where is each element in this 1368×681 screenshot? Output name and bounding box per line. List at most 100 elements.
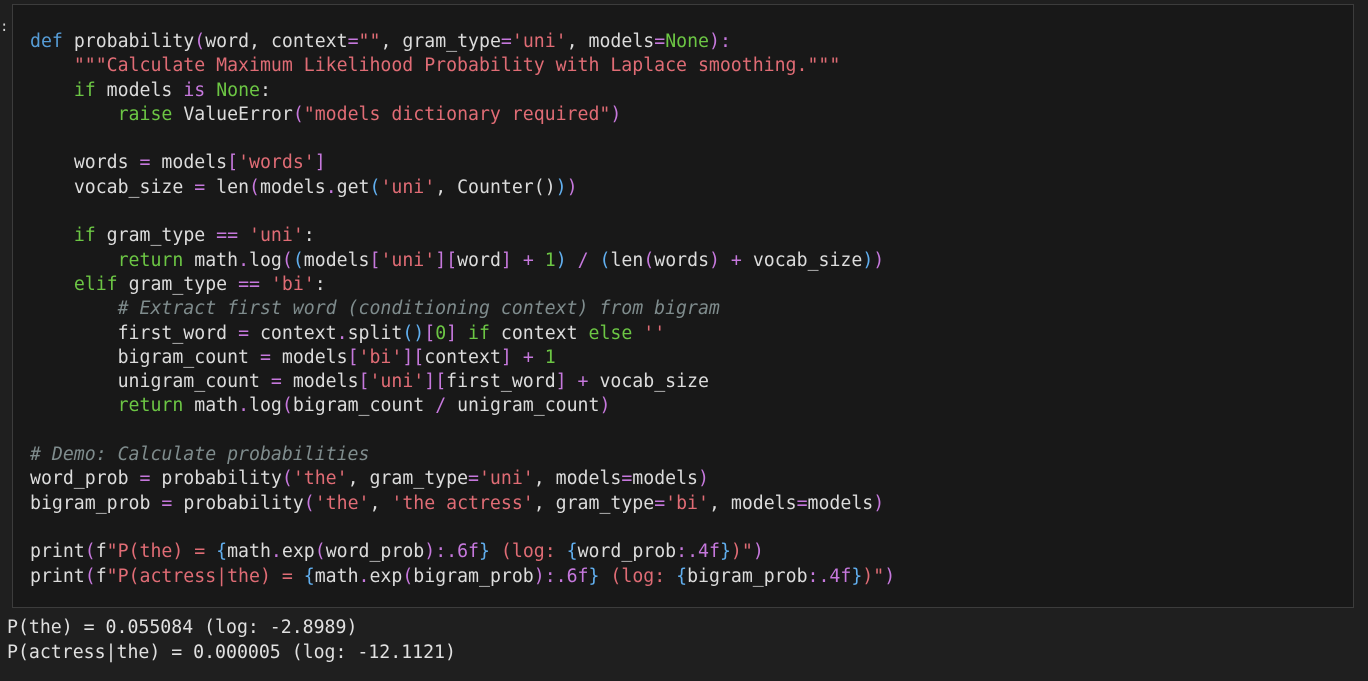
code-token: gram_type (369, 468, 469, 490)
code-token: 0 (435, 322, 447, 344)
code-token: None (216, 79, 260, 101)
code-token: else (588, 322, 644, 344)
code-token: words (73, 152, 140, 174)
code-token: . (238, 395, 250, 417)
code-token: { (676, 565, 688, 587)
code-token: )" (862, 565, 885, 587)
code-token: log (249, 395, 282, 417)
code-line: first_word = context.split()[0] if conte… (30, 322, 895, 346)
code-token: :.6f (435, 541, 480, 563)
code-token: (log: (489, 541, 567, 563)
code-token: exp (369, 565, 403, 587)
code-token: ] (500, 249, 523, 271)
code-token: bigram_count (117, 346, 260, 368)
code-token: return (117, 395, 195, 417)
code-editor[interactable]: def probability(word, context="", gram_t… (30, 30, 895, 589)
output-line: P(the) = 0.055084 (log: -2.8989) (7, 617, 358, 638)
code-token: models (106, 79, 184, 101)
code-token: exp (281, 541, 315, 563)
code-token: ) (698, 468, 709, 490)
code-line: if models is None: (30, 79, 895, 103)
code-token: gram_type (555, 492, 655, 514)
code-line: word_prob = probability('the', gram_type… (30, 467, 895, 491)
code-token: } (479, 541, 490, 563)
code-token: } (851, 565, 863, 587)
code-token: , (249, 31, 271, 52)
code-token: word_prob (30, 468, 140, 490)
code-token: = (621, 468, 633, 490)
code-token: len (216, 176, 250, 198)
code-token: ) (752, 541, 764, 563)
code-token: bigram_prob (687, 565, 808, 587)
code-token: () (402, 322, 425, 344)
code-token: , (533, 468, 556, 490)
code-token: ( (281, 249, 293, 271)
code-token: { (303, 565, 315, 587)
code-token: math (194, 395, 239, 417)
code-token: ] (500, 346, 523, 368)
code-token: ) (555, 249, 578, 271)
code-token: "" (358, 31, 381, 52)
code-token: == (216, 225, 250, 247)
code-token: ( (281, 395, 293, 417)
code-token: math (314, 565, 359, 587)
code-token: , (566, 31, 589, 52)
code-token: = (139, 468, 162, 490)
code-token: f (95, 541, 107, 563)
code-token: ( (281, 468, 293, 490)
code-token: 'the' (314, 492, 370, 514)
code-token: print (30, 565, 85, 587)
code-token: ( (292, 103, 304, 125)
code-token: = (259, 346, 282, 368)
code-cell[interactable]: def probability(word, context="", gram_t… (12, 4, 1354, 608)
code-token: 'bi' (270, 273, 315, 295)
code-token: + (522, 249, 545, 271)
code-token: # Extract first word (conditioning conte… (117, 298, 720, 320)
code-token: gram_type (106, 225, 217, 247)
code-token: : (260, 79, 271, 101)
code-token: context (270, 31, 348, 52)
code-token: , (347, 468, 370, 490)
code-token: 'uni' (380, 176, 436, 198)
code-token: = (654, 492, 666, 514)
code-token: word_prob (325, 541, 425, 563)
code-token: ) (884, 565, 896, 587)
code-token: ] (435, 249, 447, 271)
cell-output: P(the) = 0.055084 (log: -2.8989) P(actres… (7, 615, 456, 665)
code-token: models (807, 492, 874, 514)
code-token: :.6f (544, 565, 589, 587)
code-token: } (719, 541, 731, 563)
code-token: first_word (117, 322, 239, 344)
code-token: models (259, 176, 326, 198)
code-token: models (303, 249, 370, 271)
code-token: None (665, 31, 709, 52)
code-token: return (117, 249, 195, 271)
code-token: ) (566, 176, 578, 198)
code-token: 'uni' (369, 371, 425, 393)
code-token: ) (873, 249, 885, 271)
code-token: Counter (457, 176, 534, 198)
code-token: { (216, 541, 228, 563)
code-token: ValueError (183, 103, 293, 125)
code-token: () (533, 176, 556, 198)
code-token: = (139, 152, 162, 174)
code-line: bigram_prob = probability('the', 'the ac… (30, 492, 895, 516)
code-token: [ (347, 346, 359, 368)
code-token: """Calculate Maximum Likelihood Probabil… (73, 55, 841, 77)
code-token: 1 (544, 346, 556, 368)
code-token: = (347, 31, 359, 52)
code-token: get (336, 176, 370, 198)
code-token: raise (117, 103, 184, 125)
code-token: models (555, 468, 622, 490)
code-token: models (281, 346, 348, 368)
code-line: # Extract first word (conditioning conte… (30, 297, 895, 321)
code-token: ] (555, 371, 578, 393)
code-token: word (457, 249, 501, 271)
